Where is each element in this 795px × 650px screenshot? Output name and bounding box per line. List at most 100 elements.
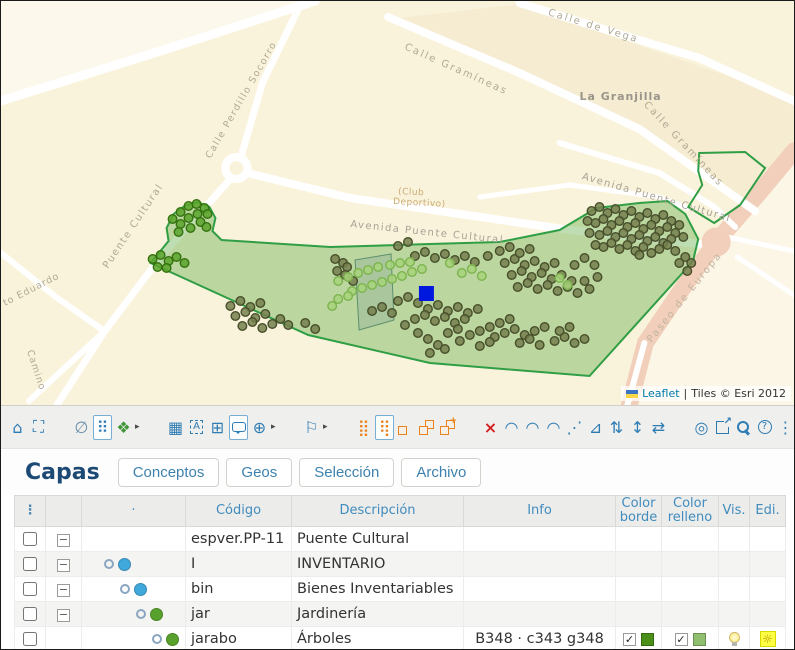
tree-point-dark[interactable]	[454, 303, 463, 312]
tree-point-dark[interactable]	[585, 285, 594, 294]
tree-point-light[interactable]	[408, 268, 417, 277]
tree-point-dark[interactable]	[643, 209, 652, 218]
measure-line-icon[interactable]: ⋰	[565, 415, 584, 440]
tree-point-dark[interactable]	[675, 221, 684, 230]
tree-point-dark[interactable]	[431, 254, 440, 263]
locate-icon[interactable]: ◎	[692, 415, 711, 440]
tree-point-dark[interactable]	[513, 283, 522, 292]
tree-point-dark[interactable]	[434, 301, 443, 310]
tree-point-dark[interactable]	[507, 271, 516, 280]
delete-vertex-icon[interactable]: ×	[481, 415, 500, 440]
tree-point-light[interactable]	[398, 272, 407, 281]
copy-add-icon[interactable]: +	[438, 415, 457, 440]
tree-point-dark[interactable]	[635, 251, 644, 260]
leaflet-link[interactable]: Leaflet	[642, 387, 679, 400]
tab-conceptos[interactable]: Conceptos	[118, 458, 220, 487]
tree-point-light[interactable]	[368, 281, 377, 290]
tree-point-green[interactable]	[203, 210, 212, 219]
tree-point-light[interactable]	[555, 274, 564, 283]
row-checkbox[interactable]	[23, 582, 37, 596]
tree-point-dark[interactable]	[687, 259, 696, 268]
grid-add-icon[interactable]: ⊞	[208, 415, 227, 440]
tree-point-dark[interactable]	[454, 325, 463, 334]
codigo-cell[interactable]: jar	[186, 602, 292, 627]
table-grid-icon[interactable]: ▦	[166, 415, 185, 440]
tree-point-dark[interactable]	[476, 342, 485, 351]
tab-seleccion[interactable]: Selección	[299, 458, 394, 487]
tree-point-light[interactable]	[468, 265, 477, 274]
tree-point-dark[interactable]	[631, 219, 640, 228]
tree-point-light[interactable]	[418, 265, 427, 274]
tree-point-dark[interactable]	[607, 239, 616, 248]
tree-point-dark[interactable]	[444, 329, 453, 338]
tree-point-light[interactable]	[344, 273, 353, 282]
tree-point-dark[interactable]	[619, 229, 628, 238]
codigo-cell[interactable]: espver.PP-11	[186, 527, 292, 552]
snap-merge-icon[interactable]: ⇄	[649, 415, 668, 440]
tree-point-dark[interactable]	[311, 325, 320, 334]
basemap-globe-icon[interactable]: ⊕	[250, 415, 269, 440]
tree-point-light[interactable]	[344, 292, 353, 301]
tree-point-green[interactable]	[186, 224, 195, 233]
tree-point-dark[interactable]	[623, 241, 632, 250]
collapse-expander-icon[interactable]: −	[57, 584, 70, 597]
tree-point-dark[interactable]	[505, 315, 514, 324]
collapse-expander-icon[interactable]: −	[57, 559, 70, 572]
tree-point-green[interactable]	[184, 202, 193, 211]
tree-point-dark[interactable]	[580, 335, 589, 344]
tree-point-dark[interactable]	[500, 329, 509, 338]
tree-point-dark[interactable]	[394, 242, 403, 251]
arc-mid-icon[interactable]: ◠	[523, 415, 542, 440]
tree-point-dark[interactable]	[388, 309, 397, 318]
tree-point-dark[interactable]	[414, 329, 423, 338]
tree-point-light[interactable]	[378, 278, 387, 287]
tree-point-light[interactable]	[446, 259, 455, 268]
tree-point-green[interactable]	[156, 251, 165, 260]
tree-point-dark[interactable]	[236, 297, 245, 306]
tree-point-dark[interactable]	[647, 249, 656, 258]
tree-point-dark[interactable]	[421, 248, 430, 257]
tree-point-dark[interactable]	[456, 337, 465, 346]
tree-point-dark[interactable]	[441, 313, 450, 322]
tree-point-dark[interactable]	[241, 308, 250, 317]
tree-point-light[interactable]	[354, 269, 363, 278]
more-icon[interactable]: ⋮	[776, 415, 795, 440]
layer-dot-icon[interactable]	[134, 583, 147, 596]
collapse-expander-icon[interactable]: −	[57, 534, 70, 547]
tree-point-light[interactable]	[334, 277, 343, 286]
tree-point-dark[interactable]	[570, 339, 579, 348]
tree-point-dark[interactable]	[515, 339, 524, 348]
fill-color-cell-checkbox[interactable]: ✓	[675, 633, 688, 646]
tree-point-green[interactable]	[174, 228, 183, 237]
tree-point-dark[interactable]	[663, 241, 672, 250]
tree-point-dark[interactable]	[615, 245, 624, 254]
row-checkbox[interactable]	[23, 557, 37, 571]
tree-point-light[interactable]	[358, 284, 367, 293]
tree-point-dark[interactable]	[343, 263, 352, 272]
tree-point-dark[interactable]	[268, 320, 277, 329]
collapse-expander-icon[interactable]: −	[57, 609, 70, 622]
tree-point-dark[interactable]	[679, 233, 688, 242]
tree-point-dark[interactable]	[675, 259, 684, 268]
descripcion-cell[interactable]: Puente Cultural	[292, 527, 464, 552]
tree-point-dark[interactable]	[461, 252, 470, 261]
tree-point-dark[interactable]	[595, 231, 604, 240]
tree-point-dark[interactable]	[284, 321, 293, 330]
tree-point-dark[interactable]	[474, 305, 483, 314]
tree-point-green[interactable]	[192, 200, 201, 209]
tree-point-dark[interactable]	[535, 341, 544, 350]
codigo-cell[interactable]: I	[186, 552, 292, 577]
arc-end-icon[interactable]: ◠	[544, 415, 563, 440]
tree-point-dark[interactable]	[368, 307, 377, 316]
tree-point-dark[interactable]	[615, 217, 624, 226]
tree-point-dark[interactable]	[441, 345, 450, 354]
codigo-cell[interactable]: bin	[186, 577, 292, 602]
tree-point-dark[interactable]	[517, 267, 526, 276]
border-color-cell-checkbox[interactable]: ✓	[623, 633, 636, 646]
tree-point-light[interactable]	[364, 266, 373, 275]
bookmark-icon[interactable]: ⚐	[302, 415, 321, 440]
tree-point-dark[interactable]	[593, 273, 602, 282]
tree-point-dark[interactable]	[587, 207, 596, 216]
bookmark-icon-caret[interactable]: ▸	[323, 422, 331, 432]
select-label-icon[interactable]: A	[187, 415, 206, 440]
